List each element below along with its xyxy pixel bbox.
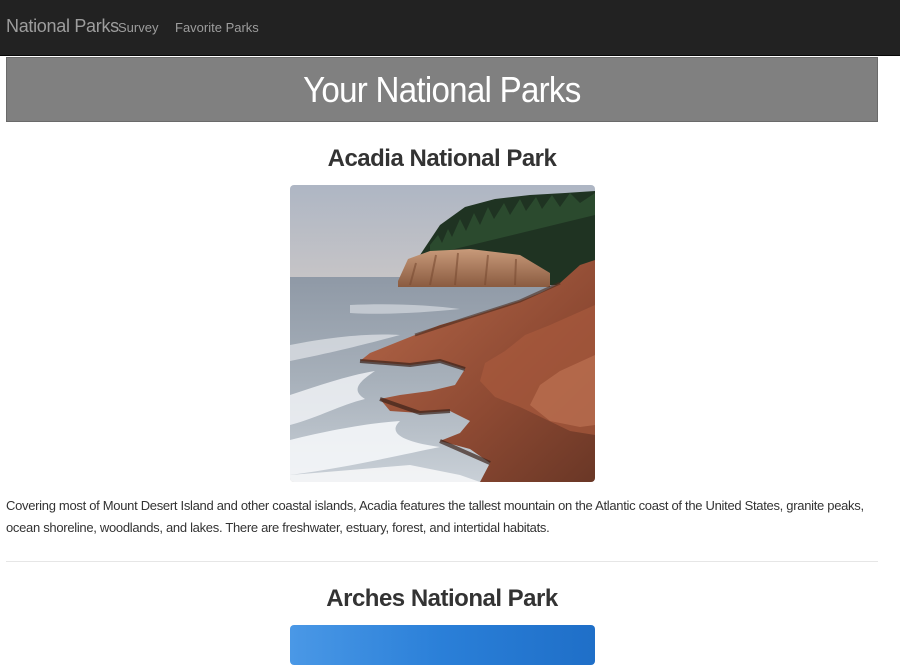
- page-title: Your National Parks: [303, 68, 581, 110]
- nav-link-favorite-parks[interactable]: Favorite Parks: [175, 20, 259, 35]
- section-divider: [6, 561, 878, 562]
- page-banner: Your National Parks: [6, 57, 878, 122]
- park-description-acadia: Covering most of Mount Desert Island and…: [6, 498, 864, 535]
- park-title-acadia: Acadia National Park: [327, 145, 557, 172]
- arches-sky-image: [290, 625, 595, 665]
- acadia-coast-image: [290, 185, 595, 482]
- navbar-brand-link[interactable]: National Parks: [6, 16, 119, 37]
- nav-link-survey[interactable]: Survey: [118, 20, 158, 35]
- top-navbar: National Parks Survey Favorite Parks: [0, 0, 900, 56]
- park-title-arches: Arches National Park: [326, 585, 558, 612]
